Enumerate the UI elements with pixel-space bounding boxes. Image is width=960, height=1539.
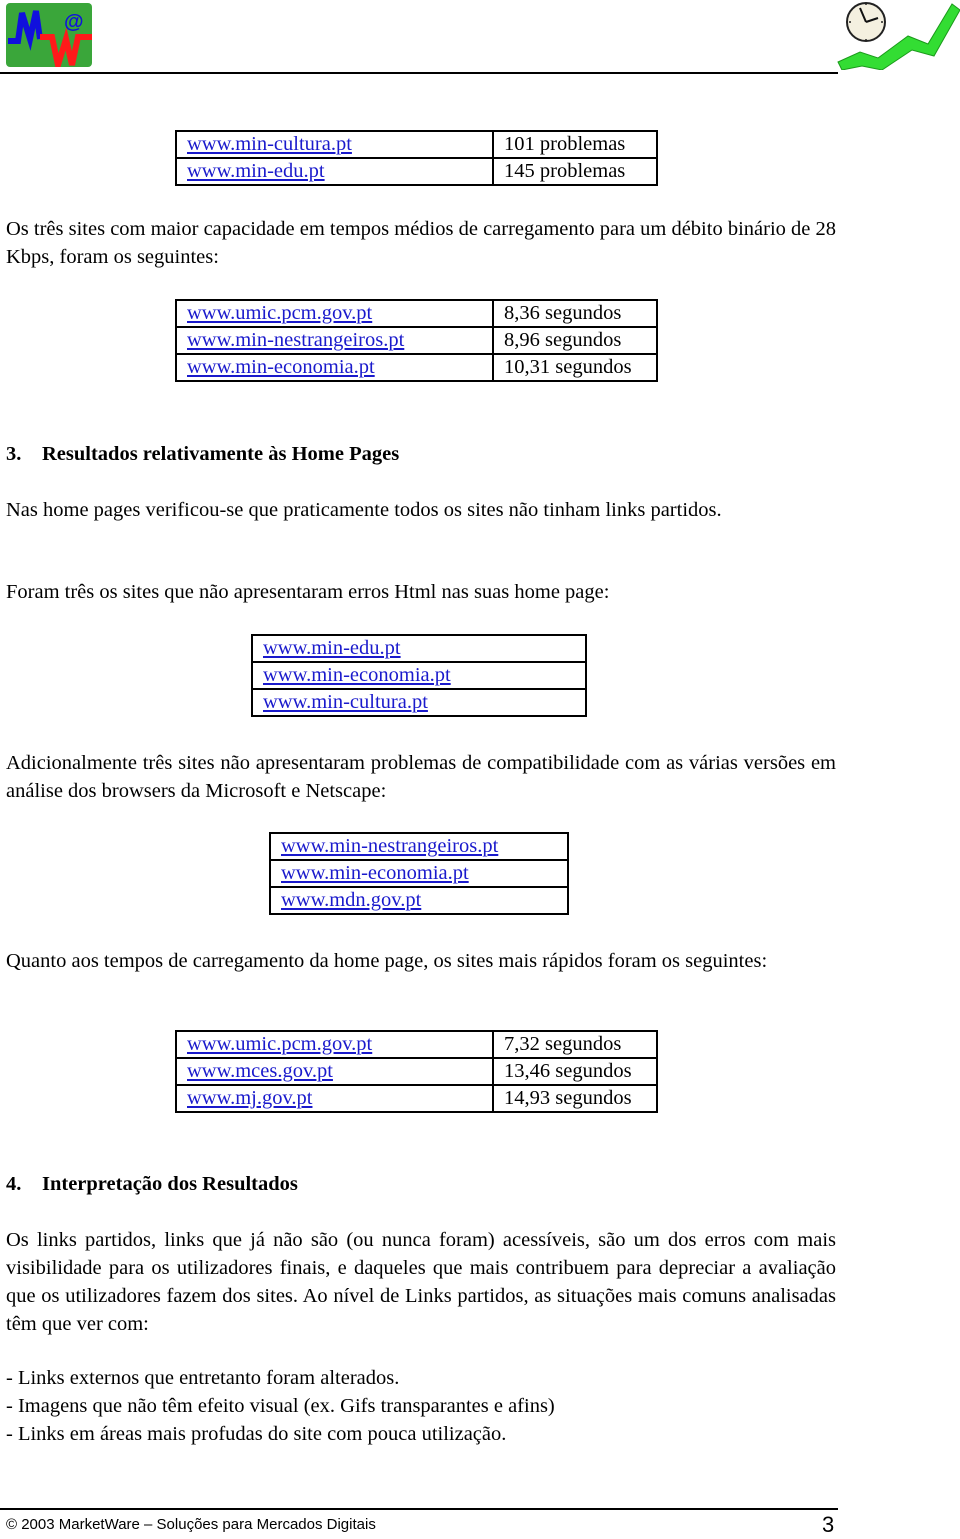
section-title: Interpretação dos Resultados (42, 1173, 298, 1195)
section-4-heading: 4. Interpretação dos Resultados (6, 1170, 298, 1198)
site-link[interactable]: www.min-nestrangeiros.pt (187, 329, 404, 351)
section-3-paragraph-3: Adicionalmente três sites não apresentar… (6, 752, 836, 802)
table-row: www.umic.pcm.gov.pt 8,36 segundos (175, 299, 658, 328)
table-row: www.min-nestrangeiros.pt 8,96 segundos (175, 326, 658, 355)
site-cell: www.umic.pcm.gov.pt (175, 299, 494, 328)
footer-copyright: © 2003 MarketWare – Soluções para Mercad… (6, 1516, 376, 1533)
site-cell: www.min-cultura.pt (175, 130, 494, 159)
value-cell: 145 problemas (492, 157, 658, 186)
table-row: www.min-edu.pt (251, 634, 587, 663)
value-cell: 8,96 segundos (492, 326, 658, 355)
site-cell: www.min-cultura.pt (251, 688, 587, 717)
site-cell: www.umic.pcm.gov.pt (175, 1030, 494, 1059)
table-row: www.mdn.gov.pt (269, 886, 569, 915)
site-cell: www.min-edu.pt (251, 634, 587, 663)
table-row: www.mces.gov.pt 13,46 segundos (175, 1057, 658, 1086)
site-cell: www.min-nestrangeiros.pt (269, 832, 569, 861)
site-link[interactable]: www.min-nestrangeiros.pt (281, 835, 498, 857)
site-cell: www.mj.gov.pt (175, 1084, 494, 1113)
table-row: www.min-economia.pt (269, 859, 569, 888)
table-row: www.min-cultura.pt (251, 688, 587, 717)
load-time-28kbps-table: www.umic.pcm.gov.pt 8,36 segundos www.mi… (175, 299, 658, 382)
site-cell: www.min-economia.pt (251, 661, 587, 690)
section-3-paragraph-1: Nas home pages verificou-se que praticam… (6, 499, 722, 521)
site-cell: www.mces.gov.pt (175, 1057, 494, 1086)
site-link[interactable]: www.umic.pcm.gov.pt (187, 302, 372, 324)
site-link[interactable]: www.min-economia.pt (263, 664, 451, 686)
site-link[interactable]: www.min-cultura.pt (263, 691, 428, 713)
site-cell: www.min-economia.pt (269, 859, 569, 888)
section-3-paragraph-2: Foram três os sites que não apresentaram… (6, 581, 610, 603)
site-link[interactable]: www.umic.pcm.gov.pt (187, 1033, 372, 1055)
section-3-paragraph-4: Quanto aos tempos de carregamento da hom… (6, 950, 768, 972)
list-item: - Links em áreas mais profudas do site c… (6, 1423, 507, 1445)
site-link[interactable]: www.min-edu.pt (263, 637, 401, 659)
section-number: 3. (6, 443, 22, 465)
table-row: www.min-economia.pt 10,31 segundos (175, 353, 658, 382)
site-link[interactable]: www.min-economia.pt (281, 862, 469, 884)
header-divider (0, 72, 838, 74)
section-3-heading: 3. Resultados relativamente às Home Pages (6, 440, 399, 468)
table-row: www.min-economia.pt (251, 661, 587, 690)
site-link[interactable]: www.mdn.gov.pt (281, 889, 421, 911)
site-cell: www.min-nestrangeiros.pt (175, 326, 494, 355)
paragraph-28kbps: Os três sites com maior capacidade em te… (6, 218, 836, 268)
footer-divider (0, 1508, 838, 1510)
site-link[interactable]: www.min-cultura.pt (187, 133, 352, 155)
browser-compat-table: www.min-nestrangeiros.pt www.min-economi… (269, 832, 569, 915)
no-html-errors-table: www.min-edu.pt www.min-economia.pt www.m… (251, 634, 587, 717)
site-cell: www.min-edu.pt (175, 157, 494, 186)
site-link[interactable]: www.mces.gov.pt (187, 1060, 333, 1082)
value-cell: 7,32 segundos (492, 1030, 658, 1059)
site-cell: www.min-economia.pt (175, 353, 494, 382)
value-cell: 101 problemas (492, 130, 658, 159)
clock-chart-logo (834, 0, 960, 71)
value-cell: 14,93 segundos (492, 1084, 658, 1113)
list-item: - Imagens que não têm efeito visual (ex.… (6, 1395, 555, 1417)
site-link[interactable]: www.min-edu.pt (187, 160, 325, 182)
section-4-paragraph-1: Os links partidos, links que já não são … (6, 1229, 836, 1335)
problems-table: www.min-cultura.pt 101 problemas www.min… (175, 130, 658, 186)
mw-logo-icon: @ (6, 3, 92, 77)
site-cell: www.mdn.gov.pt (269, 886, 569, 915)
site-link[interactable]: www.min-economia.pt (187, 356, 375, 378)
value-cell: 8,36 segundos (492, 299, 658, 328)
clock-with-rising-chart-icon (837, 2, 960, 71)
page-number: 3 (822, 1512, 835, 1537)
table-row: www.min-nestrangeiros.pt (269, 832, 569, 861)
table-row: www.mj.gov.pt 14,93 segundos (175, 1084, 658, 1113)
table-row: www.min-cultura.pt 101 problemas (175, 130, 658, 159)
table-row: www.min-edu.pt 145 problemas (175, 157, 658, 186)
site-link[interactable]: www.mj.gov.pt (187, 1087, 312, 1109)
table-row: www.umic.pcm.gov.pt 7,32 segundos (175, 1030, 658, 1059)
value-cell: 10,31 segundos (492, 353, 658, 382)
svg-text:@: @ (64, 11, 84, 33)
marketware-logo: @ (6, 3, 92, 77)
list-item: - Links externos que entretanto foram al… (6, 1367, 400, 1389)
fastest-homepage-table: www.umic.pcm.gov.pt 7,32 segundos www.mc… (175, 1030, 658, 1113)
section-title: Resultados relativamente às Home Pages (42, 443, 400, 465)
value-cell: 13,46 segundos (492, 1057, 658, 1086)
section-number: 4. (6, 1173, 22, 1195)
